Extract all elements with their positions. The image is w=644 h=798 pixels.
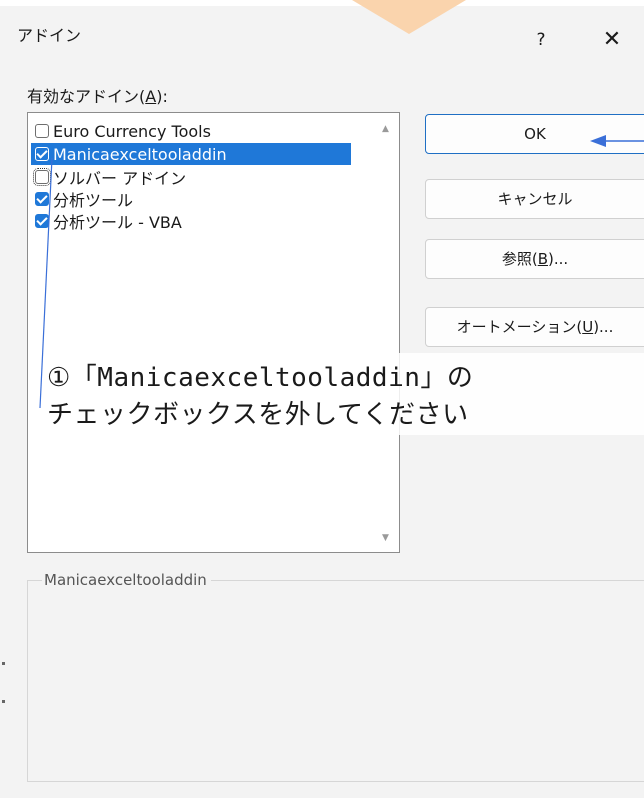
annotation-line-1: ①「Manicaexceltooladdin」の: [47, 363, 474, 393]
ok-button[interactable]: OK: [425, 114, 644, 154]
list-item-label: 分析ツール - VBA: [53, 213, 182, 232]
scroll-up-arrow-icon[interactable]: ▲: [382, 124, 389, 134]
list-item-label: 分析ツール: [53, 191, 134, 210]
cancel-button[interactable]: キャンセル: [425, 179, 644, 219]
browse-button-prefix: 参照(: [501, 250, 538, 268]
left-edge-marks: [0, 0, 10, 798]
close-button[interactable]: ✕: [592, 22, 632, 58]
addin-list-label: 有効なアドイン(A):: [27, 83, 168, 107]
scroll-down-arrow-icon[interactable]: ▼: [382, 533, 389, 543]
automation-button[interactable]: オートメーション(U)...: [425, 307, 644, 347]
automation-button-prefix: オートメーション(: [456, 318, 583, 336]
browse-button-suffix: )...: [548, 250, 569, 268]
addin-list-label-accelerator: A: [145, 87, 157, 106]
browse-button-accelerator: B: [537, 250, 548, 268]
annotation-line-2: チェックボックスを外してください: [47, 400, 469, 430]
dialog-titlebar: ? ✕: [12, 10, 644, 62]
list-item-manicaexceltooladdin[interactable]: Manicaexceltooladdin: [31, 143, 351, 165]
description-group: [27, 580, 644, 782]
list-item-label: Euro Currency Tools: [53, 121, 211, 141]
automation-button-accelerator: U: [582, 318, 594, 336]
list-item-solver-addin[interactable]: ソルバー アドイン: [31, 166, 351, 188]
list-item-analysis-toolpak-vba[interactable]: 分析ツール - VBA: [31, 210, 351, 232]
edge-tick: [2, 662, 5, 665]
browse-button[interactable]: 参照(B)...: [425, 239, 644, 279]
checkbox-euro-currency-tools[interactable]: [35, 124, 49, 138]
list-item-label: Manicaexceltooladdin: [53, 144, 227, 164]
checkbox-manicaexceltooladdin[interactable]: [35, 147, 49, 161]
list-item-analysis-toolpak[interactable]: 分析ツール: [31, 188, 351, 210]
checkbox-analysis-toolpak-vba[interactable]: [35, 214, 49, 228]
dialog-title: アドイン: [17, 26, 82, 45]
addin-list-label-suffix: ):: [156, 87, 168, 106]
list-item-euro-currency-tools[interactable]: Euro Currency Tools: [31, 120, 351, 142]
addin-list-label-prefix: 有効なアドイン(: [27, 87, 146, 106]
checkbox-analysis-toolpak[interactable]: [35, 192, 49, 206]
description-legend: Manicaexceltooladdin: [42, 571, 211, 589]
checkbox-solver-addin[interactable]: [33, 168, 51, 186]
help-button[interactable]: ?: [524, 22, 558, 58]
background-window-strip: [0, 0, 644, 6]
list-item-label: ソルバー アドイン: [53, 169, 187, 188]
addin-list[interactable]: Euro Currency Tools Manicaexceltooladdin…: [27, 112, 400, 553]
automation-button-suffix: )...: [593, 318, 614, 336]
edge-tick: [2, 700, 5, 703]
